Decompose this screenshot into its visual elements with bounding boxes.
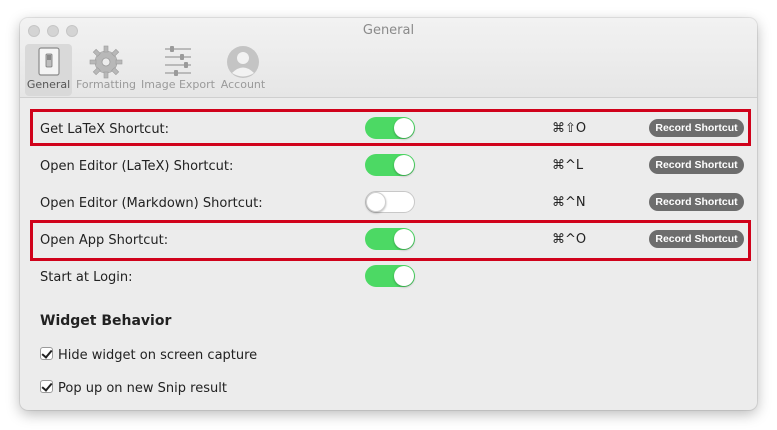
toggle-knob	[394, 229, 414, 249]
shortcut-label: Open Editor (LaTeX) Shortcut:	[40, 159, 234, 174]
window-title: General	[362, 23, 415, 38]
record-shortcut-button[interactable]: Record Shortcut	[649, 230, 744, 248]
toggle-knob	[394, 266, 414, 286]
open-editor-latex-toggle[interactable]	[365, 154, 415, 176]
user-icon	[226, 45, 260, 79]
shortcut-label: Open Editor (Markdown) Shortcut:	[40, 196, 263, 211]
open-app-shortcut-toggle[interactable]	[365, 228, 415, 250]
gear-icon	[89, 45, 123, 79]
toggle-knob	[394, 118, 414, 138]
shortcut-keys: ⌘⇧O	[552, 121, 587, 136]
option-label: Hide widget on screen capture	[58, 348, 258, 363]
tab-formatting[interactable]: Formatting	[75, 44, 137, 96]
preferences-window: General General Formatting Image Export …	[20, 18, 757, 410]
shortcut-keys: ⌘^O	[552, 232, 587, 247]
checkbox-checked[interactable]	[40, 347, 53, 360]
general-switch-icon	[32, 45, 66, 79]
shortcut-label: Get LaTeX Shortcut:	[40, 122, 170, 137]
widget-behavior-heading: Widget Behavior	[40, 313, 172, 329]
open-editor-markdown-toggle[interactable]	[365, 191, 415, 213]
sliders-icon	[161, 45, 195, 79]
hide-widget-option[interactable]: Hide widget on screen capture	[40, 347, 257, 363]
checkbox-checked[interactable]	[40, 380, 53, 393]
pop-up-option[interactable]: Pop up on new Snip result	[40, 380, 227, 396]
option-label: Pop up on new Snip result	[58, 381, 227, 396]
toggle-knob	[366, 192, 386, 212]
shortcut-keys: ⌘^L	[552, 158, 584, 173]
record-shortcut-button[interactable]: Record Shortcut	[649, 119, 744, 137]
tab-general[interactable]: General	[25, 44, 72, 96]
tab-account[interactable]: Account	[218, 44, 268, 96]
start-at-login-toggle[interactable]	[365, 265, 415, 287]
record-shortcut-button[interactable]: Record Shortcut	[649, 193, 744, 211]
title-bar: General General Formatting Image Export …	[20, 18, 757, 98]
record-shortcut-button[interactable]: Record Shortcut	[649, 156, 744, 174]
toggle-knob	[394, 155, 414, 175]
shortcut-label: Open App Shortcut:	[40, 233, 169, 248]
tab-image-export[interactable]: Image Export	[141, 44, 215, 96]
tab-account-label: Account	[220, 78, 266, 91]
get-latex-shortcut-toggle[interactable]	[365, 117, 415, 139]
shortcut-keys: ⌘^N	[552, 195, 586, 210]
tab-general-label: General	[26, 78, 71, 91]
tab-formatting-label: Formatting	[75, 78, 137, 91]
start-at-login-label: Start at Login:	[40, 270, 133, 285]
tab-image-export-label: Image Export	[141, 78, 215, 91]
